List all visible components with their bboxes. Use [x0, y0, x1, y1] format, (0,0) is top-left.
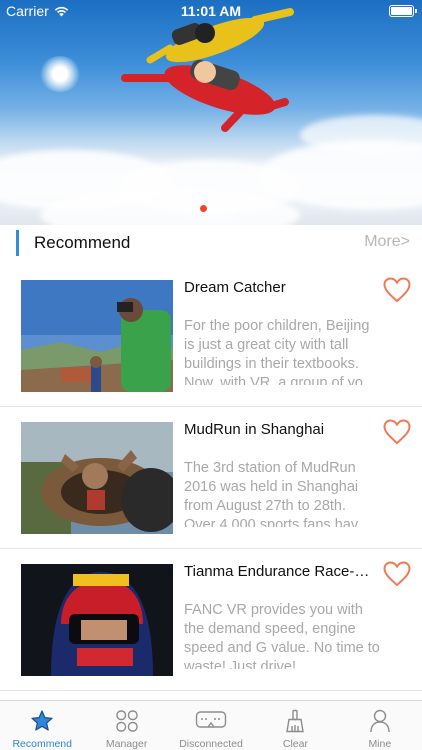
tab-label: Clear: [282, 738, 308, 750]
carousel-dot-active[interactable]: [200, 205, 207, 212]
item-title: MudRun in Shanghai: [184, 421, 325, 438]
thumbnail-image: [21, 422, 173, 534]
clock: 11:01 AM: [180, 3, 242, 19]
tab-disconnected[interactable]: Disconnected: [169, 701, 253, 750]
heart-icon[interactable]: [383, 561, 411, 587]
tab-label: Recommend: [12, 738, 72, 750]
list-item[interactable]: MudRun in Shanghai The 3rd station of Mu…: [0, 407, 422, 549]
skydivers-image: [121, 8, 294, 132]
tab-label: Mine: [368, 738, 392, 750]
list-item[interactable]: Tianma Endurance Race-Ri... FANC VR prov…: [0, 549, 422, 691]
tab-recommend[interactable]: Recommend: [0, 701, 84, 750]
heart-icon[interactable]: [383, 419, 411, 445]
tab-label: Disconnected: [179, 738, 243, 750]
section-accent-bar: [16, 230, 19, 256]
item-title: Dream Catcher: [184, 279, 286, 296]
thumbnail-image: [21, 280, 173, 392]
carousel-dot[interactable]: [215, 205, 222, 212]
tab-clear[interactable]: Clear: [253, 701, 337, 750]
carousel-dots: [0, 205, 422, 212]
carousel-dot[interactable]: [230, 205, 237, 212]
tab-label: Manager: [105, 738, 148, 750]
thumbnail-image: [21, 564, 173, 676]
tab-manager[interactable]: Manager: [84, 701, 168, 750]
item-description: FANC VR provides you with the demand spe…: [184, 602, 380, 669]
broom-icon: [286, 709, 305, 733]
tab-mine[interactable]: Mine: [338, 701, 422, 750]
banner-carousel[interactable]: Carrier 11:01 AM: [0, 0, 422, 225]
person-icon: [370, 709, 390, 733]
recommend-section-header: Recommend More>: [0, 225, 422, 265]
battery-icon: [389, 5, 417, 17]
more-link[interactable]: More>: [364, 233, 410, 251]
section-title: Recommend: [34, 233, 131, 252]
item-title: Tianma Endurance Race-Ri...: [184, 563, 376, 580]
carousel-dot[interactable]: [185, 205, 192, 212]
star-icon: [31, 710, 53, 731]
grid-icon: [115, 710, 138, 732]
list-item[interactable]: Dream Catcher For the poor children, Bei…: [0, 265, 422, 407]
heart-icon[interactable]: [383, 277, 411, 303]
item-description: For the poor children, Beijing is just a…: [184, 318, 376, 385]
tab-bar: Recommend Manager Disconnected Clear Min…: [0, 700, 422, 750]
item-description: The 3rd station of MudRun 2016 was held …: [184, 460, 370, 527]
vr-headset-icon: [195, 711, 227, 728]
status-bar: Carrier 11:01 AM: [0, 0, 422, 22]
